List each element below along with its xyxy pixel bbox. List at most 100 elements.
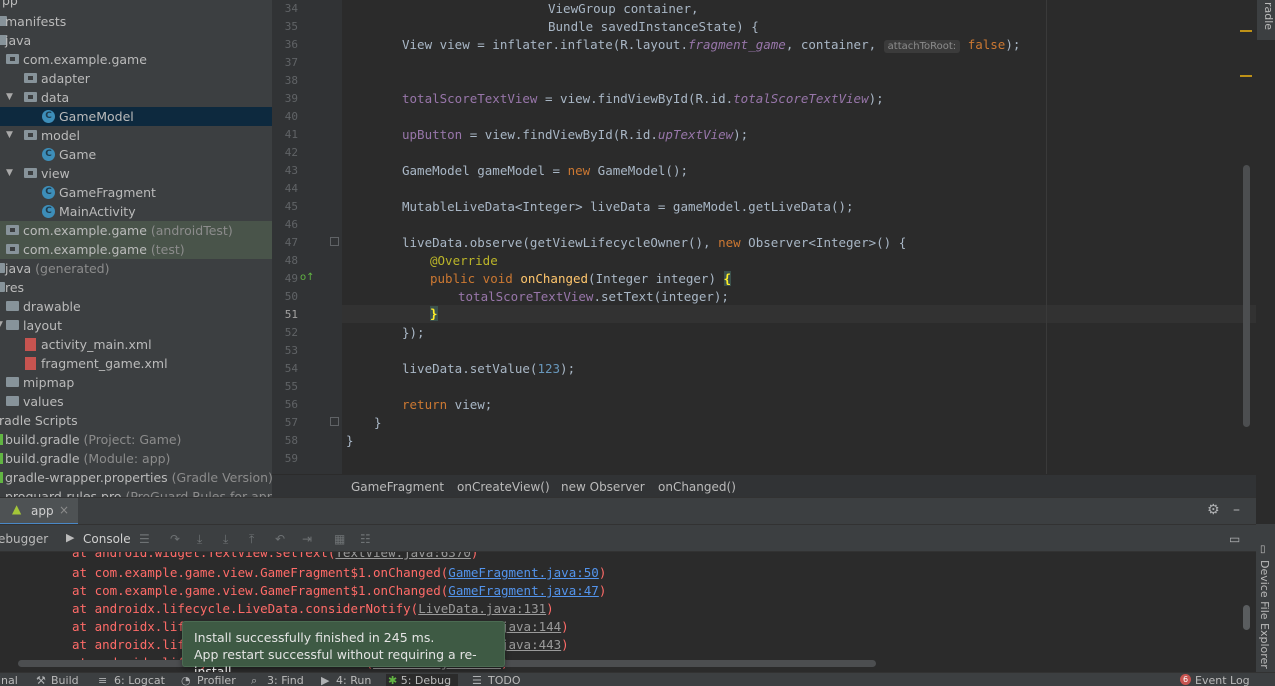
line-number: 58 [284, 434, 298, 447]
line-number: 54 [284, 362, 298, 375]
tab-debugger[interactable]: ebugger [0, 532, 48, 546]
code-line: Bundle savedInstanceState) { [548, 19, 759, 34]
override-marker-icon[interactable]: o↑ [300, 272, 315, 283]
trace-icon[interactable]: ☷ [360, 532, 371, 546]
tool-todo[interactable]: TODO [488, 674, 521, 686]
xml-file-icon [25, 357, 36, 370]
step-out-icon[interactable]: ⤒ [249, 532, 254, 547]
tool-build[interactable]: Build [51, 674, 79, 686]
breadcrumb-item[interactable]: GameFragment [351, 480, 444, 494]
tool-logcat[interactable]: 6: Logcat [114, 674, 165, 686]
fold-icon[interactable] [330, 417, 339, 426]
line-number: 50 [284, 290, 298, 303]
stack-link[interactable]: GameFragment.java:47 [448, 583, 599, 598]
tree-item-res[interactable]: res [0, 278, 272, 297]
minimize-icon[interactable]: – [1233, 502, 1240, 518]
force-step-into-icon[interactable]: ⤓ [223, 532, 228, 547]
evaluate-icon[interactable]: ▦ [334, 532, 345, 546]
breadcrumb-item[interactable]: new Observer [561, 480, 645, 494]
tree-item-mainactivity[interactable]: C MainActivity [0, 202, 272, 221]
tool-find[interactable]: 3: Find [267, 674, 304, 686]
stack-link[interactable]: LiveData.java:131 [418, 601, 546, 616]
tree-item-java[interactable]: java [0, 31, 272, 50]
line-number: 36 [284, 38, 298, 51]
tree-item-build-gradle-module[interactable]: build.gradle (Module: app) [0, 449, 272, 468]
tree-item-model[interactable]: ▼ model [0, 126, 272, 145]
tree-item-gradle-scripts[interactable]: radle Scripts [0, 411, 272, 430]
tree-item-manifests[interactable]: manifests [0, 12, 272, 31]
package-icon [24, 73, 37, 83]
tree-item-proguard[interactable]: proguard-rules.pro (ProGuard Rules for a… [0, 487, 272, 497]
step-into-icon[interactable]: ⤓ [197, 532, 202, 547]
editor-scrollbar[interactable] [1243, 165, 1250, 427]
tree-item-values[interactable]: values [0, 392, 272, 411]
stack-link[interactable]: GameFragment.java:50 [448, 565, 599, 580]
line-number: 37 [284, 56, 298, 69]
install-notification[interactable]: Install successfully finished in 245 ms.… [182, 621, 505, 679]
tree-item-test[interactable]: com.example.game (test) [0, 240, 272, 259]
tree-item-adapter[interactable]: adapter [0, 69, 272, 88]
tree-item-gamemodel[interactable]: C GameModel [0, 107, 272, 126]
gear-icon[interactable]: ⚙ [1207, 502, 1220, 518]
gradle-tool-tab[interactable]: radle [1257, 0, 1275, 40]
layout-icon[interactable]: ▭ [1229, 532, 1240, 546]
tree-item-build-gradle-project[interactable]: build.gradle (Project: Game) [0, 430, 272, 449]
warning-marker[interactable] [1240, 75, 1252, 77]
console-vertical-scrollbar[interactable] [1243, 605, 1250, 630]
tree-item-package[interactable]: com.example.game [0, 50, 272, 69]
tab-console[interactable]: Console [83, 532, 131, 546]
device-icon: ▯ [1260, 544, 1266, 555]
tree-item-drawable[interactable]: drawable [0, 297, 272, 316]
console-line: at androidx.lifecycle.LiveData.considerN… [72, 601, 554, 616]
tree-item-gradle-wrapper[interactable]: gradle-wrapper.properties (Gradle Versio… [0, 468, 272, 487]
class-icon: C [42, 110, 55, 123]
close-icon[interactable]: × [59, 503, 69, 517]
step-over-icon[interactable]: ↷ [170, 532, 180, 546]
breadcrumb-item[interactable]: onCreateView() [457, 480, 550, 494]
tree-item-data[interactable]: ▼ data [0, 88, 272, 107]
parameter-hint: attachToRoot: [883, 40, 961, 53]
code-editor[interactable]: ViewGroup container, Bundle savedInstanc… [342, 0, 1256, 474]
chevron-down-icon[interactable]: ▼ [6, 88, 13, 107]
folder-icon [6, 320, 19, 330]
tree-item-view[interactable]: ▼ view [0, 164, 272, 183]
stack-link[interactable]: TextView.java:6370 [335, 552, 470, 560]
folder-icon [6, 396, 19, 406]
tree-item-java-generated[interactable]: java (generated) [0, 259, 272, 278]
tree-item-activity-main-xml[interactable]: activity_main.xml [0, 335, 272, 354]
run-tool-header: ▲ app × ⚙ – [0, 497, 1256, 525]
tree-item-app[interactable]: pp [0, 0, 272, 10]
todo-icon: ☰ [472, 674, 482, 686]
tool-terminal[interactable]: inal [0, 674, 18, 686]
fold-icon[interactable] [330, 237, 339, 246]
warning-marker[interactable] [1240, 30, 1252, 32]
run-to-cursor-icon[interactable]: ⇥ [302, 532, 312, 546]
run-icon: ▶ [321, 674, 330, 686]
find-icon: ⌕ [251, 674, 258, 686]
tab-app[interactable]: ▲ app × [0, 498, 78, 525]
drop-frame-icon[interactable]: ↶ [275, 532, 285, 546]
menu-icon[interactable]: ☰ [139, 532, 150, 546]
tree-item-androidtest[interactable]: com.example.game (androidTest) [0, 221, 272, 240]
chevron-down-icon[interactable]: ▼ [0, 316, 3, 335]
tool-run[interactable]: 4: Run [336, 674, 371, 686]
editor-gutter[interactable]: 34 36 37 38 39 40 41 42 43 44 45 46 47 4… [272, 0, 342, 474]
tool-event-log[interactable]: Event Log [1195, 674, 1250, 686]
line-number: 46 [284, 218, 298, 231]
chevron-down-icon[interactable]: ▼ [6, 126, 13, 145]
breadcrumb-item[interactable]: onChanged() [658, 480, 736, 494]
tree-item-fragment-game-xml[interactable]: fragment_game.xml [0, 354, 272, 373]
console-line: at com.example.game.view.GameFragment$1.… [72, 565, 607, 580]
error-stripe[interactable] [1256, 0, 1275, 474]
tool-debug[interactable]: ✱ 5: Debug [386, 674, 458, 686]
tool-profiler[interactable]: Profiler [197, 674, 236, 686]
package-icon [24, 92, 37, 102]
line-number: 42 [284, 146, 298, 159]
chevron-down-icon[interactable]: ▼ [6, 164, 13, 183]
tree-item-layout[interactable]: ▼layout [0, 316, 272, 335]
tree-item-mipmap[interactable]: mipmap [0, 373, 272, 392]
tree-item-gamefragment[interactable]: C GameFragment [0, 183, 272, 202]
code-line: GameModel gameModel = new GameModel(); [402, 163, 688, 178]
class-icon: C [42, 148, 55, 161]
tree-item-game[interactable]: C Game [0, 145, 272, 164]
